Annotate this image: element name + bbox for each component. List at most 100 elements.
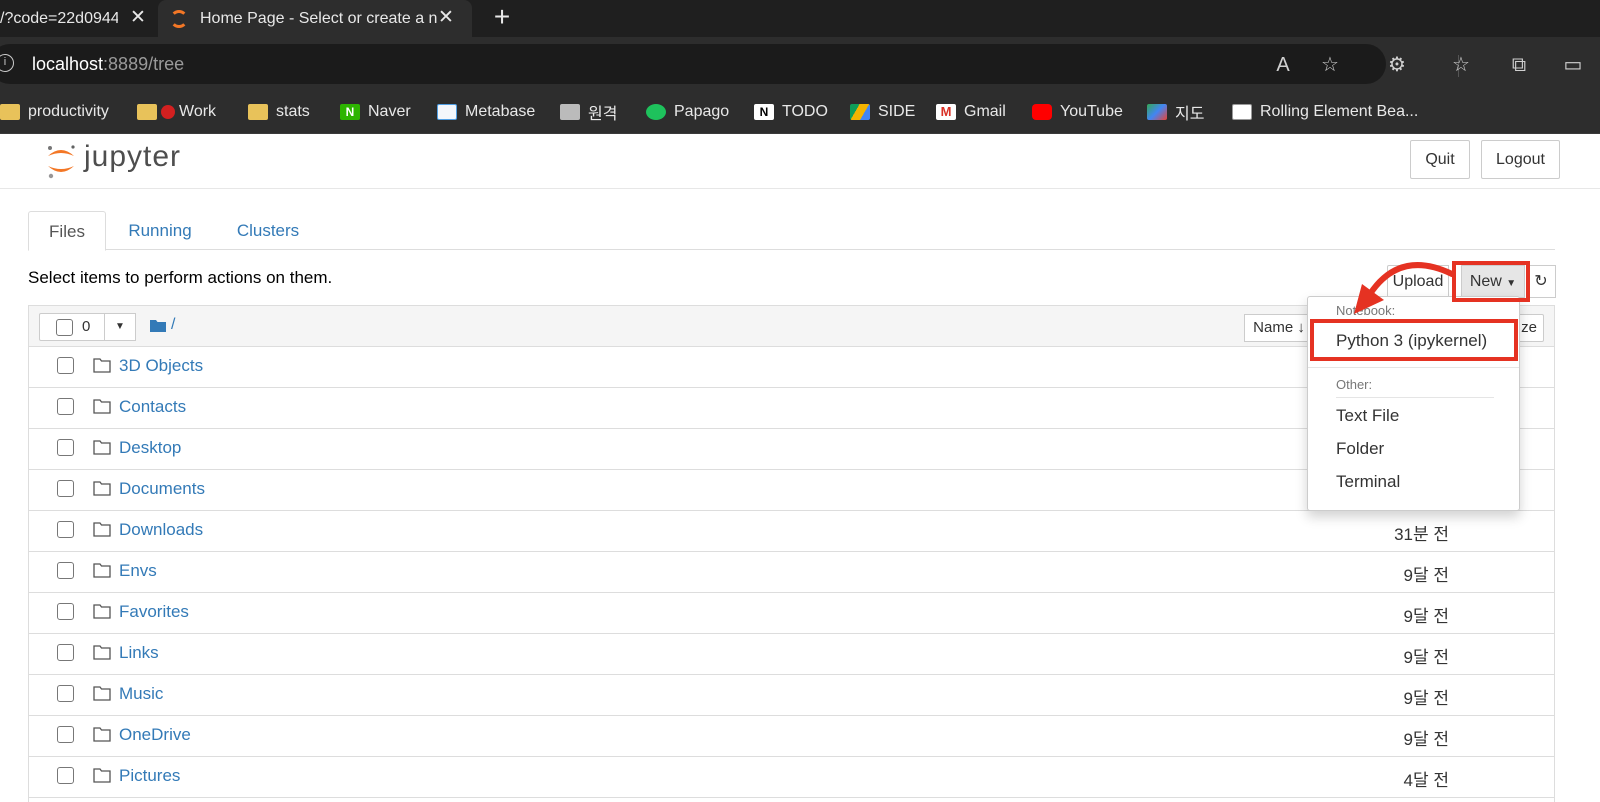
bookmark-item[interactable]: SIDE (850, 101, 915, 123)
file-row[interactable]: Music 9달 전 (29, 675, 1554, 716)
file-row[interactable]: Links 9달 전 (29, 634, 1554, 675)
bookmark-item[interactable]: productivity (0, 101, 109, 123)
logout-button[interactable]: Logout (1481, 140, 1560, 179)
row-checkbox[interactable] (57, 726, 74, 743)
folder-icon (93, 481, 111, 496)
url-text[interactable]: localhost:8889/tree (32, 54, 184, 75)
url-field[interactable] (0, 44, 1386, 84)
row-checkbox[interactable] (57, 644, 74, 661)
quit-button[interactable]: Quit (1410, 140, 1470, 179)
tab-files[interactable]: Files (28, 211, 106, 251)
breadcrumb[interactable]: / (171, 316, 175, 334)
sort-arrow-icon: ↓ (1297, 319, 1305, 336)
file-name-link[interactable]: Links (119, 643, 159, 663)
refresh-icon: ↻ (1534, 273, 1548, 290)
bookmark-item[interactable]: M Gmail (936, 101, 1006, 123)
selected-count: 0 (82, 318, 91, 335)
sidebar-icon[interactable]: ▭ (1560, 52, 1586, 78)
modified-time: 31분 전 (1394, 525, 1449, 544)
new-tab-plus-icon[interactable]: + (489, 3, 515, 31)
bookmark-label: Work (179, 103, 217, 120)
tab-running[interactable]: Running (124, 211, 196, 250)
file-name-link[interactable]: Pictures (119, 766, 180, 786)
row-checkbox[interactable] (57, 480, 74, 497)
bookmark-item[interactable]: Papago (646, 101, 729, 123)
file-row[interactable]: Downloads 31분 전 (29, 511, 1554, 552)
row-checkbox[interactable] (57, 603, 74, 620)
address-bar: i localhost:8889/tree A ☆ ⚙ ☆ ⧉ ▭ (0, 37, 1600, 91)
file-row[interactable]: Favorites 9달 전 (29, 593, 1554, 634)
naver-icon: N (340, 104, 360, 120)
menu-item-folder[interactable]: Folder (1336, 439, 1384, 459)
folder-icon (93, 399, 111, 414)
bookmark-label: 원격 (588, 106, 618, 123)
folder-icon (93, 768, 111, 783)
row-checkbox[interactable] (57, 562, 74, 579)
caret-down-icon: ▼ (115, 321, 125, 332)
folder-icon (93, 522, 111, 537)
folder-icon (150, 320, 166, 332)
file-name-link[interactable]: Music (119, 684, 163, 704)
bookmark-label: Rolling Element Bea... (1260, 103, 1419, 120)
row-checkbox[interactable] (57, 521, 74, 538)
bookmark-item[interactable]: Rolling Element Bea... (1232, 101, 1418, 123)
file-name-link[interactable]: Contacts (119, 397, 186, 417)
close-icon[interactable]: ✕ (128, 8, 148, 28)
menu-item-text-file[interactable]: Text File (1336, 406, 1399, 426)
bookmark-item[interactable]: 지도 (1147, 101, 1204, 123)
select-dropdown-button[interactable]: ▼ (104, 313, 136, 341)
favorites-list-icon[interactable]: ☆ (1448, 52, 1474, 78)
file-name-link[interactable]: Downloads (119, 520, 203, 540)
bookmark-item[interactable]: 원격 (560, 101, 617, 123)
file-name-link[interactable]: OneDrive (119, 725, 191, 745)
sort-name-button[interactable]: Name ↓ (1244, 314, 1314, 342)
folder-icon (93, 358, 111, 373)
bookmark-label: Metabase (465, 103, 536, 120)
file-row[interactable]: Envs 9달 전 (29, 552, 1554, 593)
gmail-icon: M (936, 104, 956, 120)
modified-time: 9달 전 (1403, 607, 1449, 626)
modified-time: 9달 전 (1403, 689, 1449, 708)
browser-tab-active[interactable]: Home Page - Select or create a n ✕ (158, 0, 472, 37)
favorite-star-icon[interactable]: ☆ (1317, 52, 1343, 78)
folder-icon (93, 604, 111, 619)
bookmark-label: SIDE (878, 103, 916, 120)
row-checkbox[interactable] (57, 357, 74, 374)
row-checkbox[interactable] (57, 685, 74, 702)
bookmark-item[interactable]: N Naver (340, 101, 411, 123)
file-row[interactable]: OneDrive 9달 전 (29, 716, 1554, 757)
select-all-checkbox[interactable] (56, 319, 73, 336)
bookmark-item[interactable]: stats (248, 101, 310, 123)
folder-icon (93, 727, 111, 742)
file-name-link[interactable]: Documents (119, 479, 205, 499)
extensions-icon[interactable]: ⚙ (1384, 52, 1410, 78)
select-all-button[interactable]: 0 (39, 313, 105, 341)
bookmark-item[interactable]: Work (137, 101, 216, 123)
row-checkbox[interactable] (57, 767, 74, 784)
close-icon[interactable]: ✕ (436, 8, 456, 28)
bookmark-item[interactable]: Metabase (437, 101, 535, 123)
notebook-tabs: Files Running Clusters (28, 211, 1555, 251)
file-name-link[interactable]: Envs (119, 561, 157, 581)
refresh-button[interactable]: ↻ (1526, 265, 1556, 298)
dropdown-divider (1336, 397, 1494, 398)
bookmark-item[interactable]: YouTube (1032, 101, 1123, 123)
folder-icon (93, 645, 111, 660)
row-checkbox[interactable] (57, 398, 74, 415)
url-path: :8889/tree (103, 54, 185, 74)
file-name-link[interactable]: 3D Objects (119, 356, 203, 376)
collections-icon[interactable]: ⧉ (1506, 52, 1532, 78)
file-name-link[interactable]: Desktop (119, 438, 181, 458)
instruction-text: Select items to perform actions on them. (28, 268, 333, 287)
browser-tab-inactive[interactable]: /?code=22d0944 ✕ (0, 0, 150, 37)
file-row[interactable]: Pictures 4달 전 (29, 757, 1554, 798)
menu-item-terminal[interactable]: Terminal (1336, 472, 1400, 492)
file-name-link[interactable]: Favorites (119, 602, 189, 622)
row-checkbox[interactable] (57, 439, 74, 456)
jupyter-page: jupyter Quit Logout Files Running Cluste… (0, 134, 1600, 802)
read-aloud-icon[interactable]: A (1270, 52, 1296, 78)
bookmark-item[interactable]: N TODO (754, 101, 828, 123)
bookmark-label: TODO (782, 103, 828, 120)
maps-icon (1147, 104, 1167, 120)
tab-clusters[interactable]: Clusters (232, 211, 304, 250)
